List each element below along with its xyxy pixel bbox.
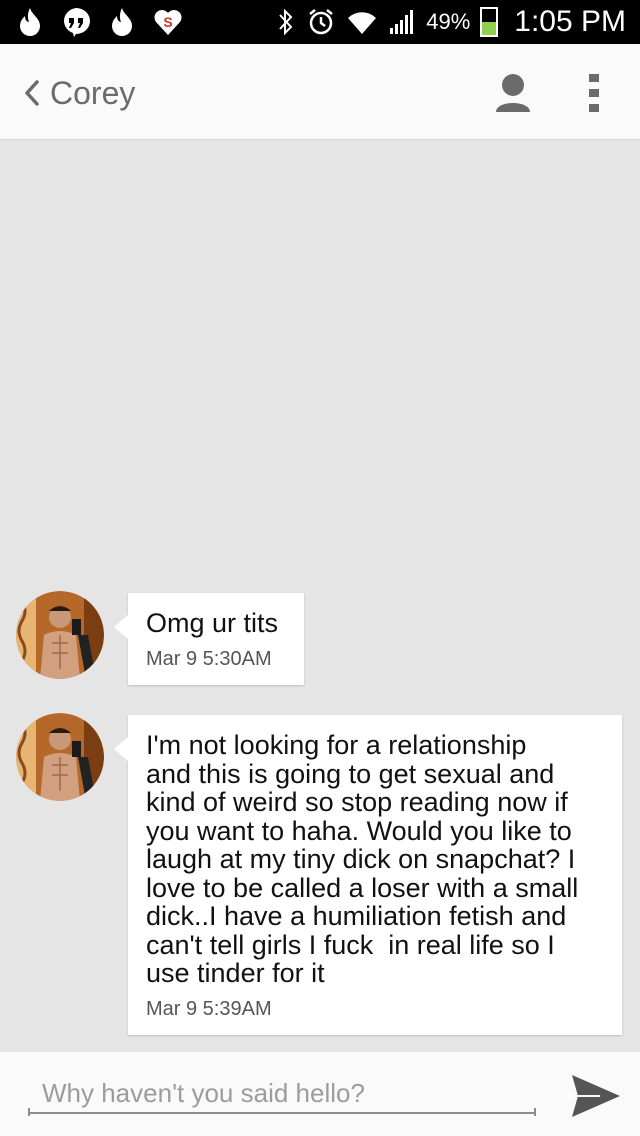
avatar[interactable] — [16, 713, 104, 801]
message-timestamp: Mar 9 5:30AM — [146, 647, 272, 670]
alarm-icon — [309, 9, 333, 35]
tinder-flame-icon — [112, 8, 132, 36]
back-chevron-icon — [25, 80, 39, 106]
send-arrow-icon[interactable] — [570, 1072, 622, 1120]
contact-name: Corey — [50, 74, 136, 111]
status-bar: S 49% 1:05 PM — [0, 0, 640, 44]
svg-text:S: S — [163, 14, 172, 30]
input-underline-tick — [534, 1108, 536, 1116]
dollar-heart-icon: S — [154, 10, 182, 35]
status-time: 1:05 PM — [514, 5, 626, 38]
message-timestamp: Mar 9 5:39AM — [146, 997, 272, 1020]
overflow-menu-icon[interactable] — [574, 70, 614, 116]
wifi-icon — [348, 12, 377, 34]
profile-person-icon[interactable] — [490, 70, 536, 116]
message-text: Omg ur tits — [146, 608, 279, 638]
notification-icons: S — [14, 6, 184, 38]
message-input[interactable] — [28, 1074, 536, 1114]
avatar[interactable] — [16, 591, 104, 679]
system-icons: 49% 1:05 PM — [276, 0, 626, 44]
back-button[interactable]: Corey — [22, 70, 135, 116]
message-bubble: Omg ur tits Mar 9 5:30AM — [114, 593, 304, 685]
message-thread[interactable]: Omg ur tits Mar 9 5:30AM I'm not looking… — [0, 141, 640, 1051]
hangouts-quote-icon — [64, 8, 90, 37]
message-bubble: I'm not looking for a relationship and t… — [114, 715, 622, 1035]
signal-icon — [390, 10, 414, 34]
chat-header: Corey — [0, 44, 640, 140]
message-text: I'm not looking for a relationship and t… — [146, 730, 579, 988]
input-underline-tick — [28, 1108, 30, 1116]
bluetooth-icon — [279, 8, 293, 36]
compose-bar — [0, 1052, 640, 1136]
battery-icon — [480, 7, 499, 37]
battery-level-fill — [482, 22, 497, 35]
tinder-flame-icon — [20, 8, 40, 36]
battery-percent: 49% — [426, 9, 471, 34]
